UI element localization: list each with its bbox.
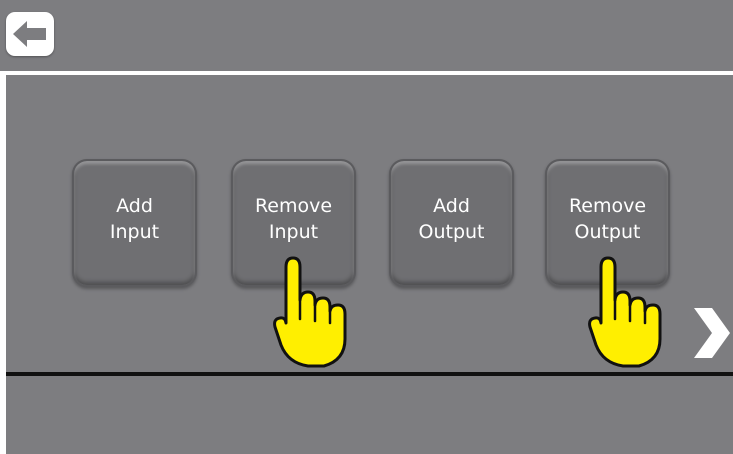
- pointing-hand-icon: [588, 256, 662, 368]
- add-input-button[interactable]: Add Input: [72, 159, 197, 287]
- top-divider: [0, 71, 733, 74]
- back-button[interactable]: [6, 12, 54, 56]
- remove-input-label: Remove Input: [254, 195, 333, 243]
- pointing-hand-icon: [273, 256, 347, 368]
- arrow-left-icon: [13, 21, 46, 47]
- add-output-button[interactable]: Add Output: [389, 159, 514, 287]
- chevron-right-icon[interactable]: [690, 305, 732, 361]
- screen: Add Input Remove Input Add Output Remove…: [0, 0, 733, 454]
- bottom-bar: [6, 376, 733, 454]
- add-output-label: Add Output: [418, 195, 485, 243]
- top-bar: [0, 0, 733, 71]
- remove-output-label: Remove Output: [568, 195, 647, 243]
- add-input-label: Add Input: [109, 195, 160, 243]
